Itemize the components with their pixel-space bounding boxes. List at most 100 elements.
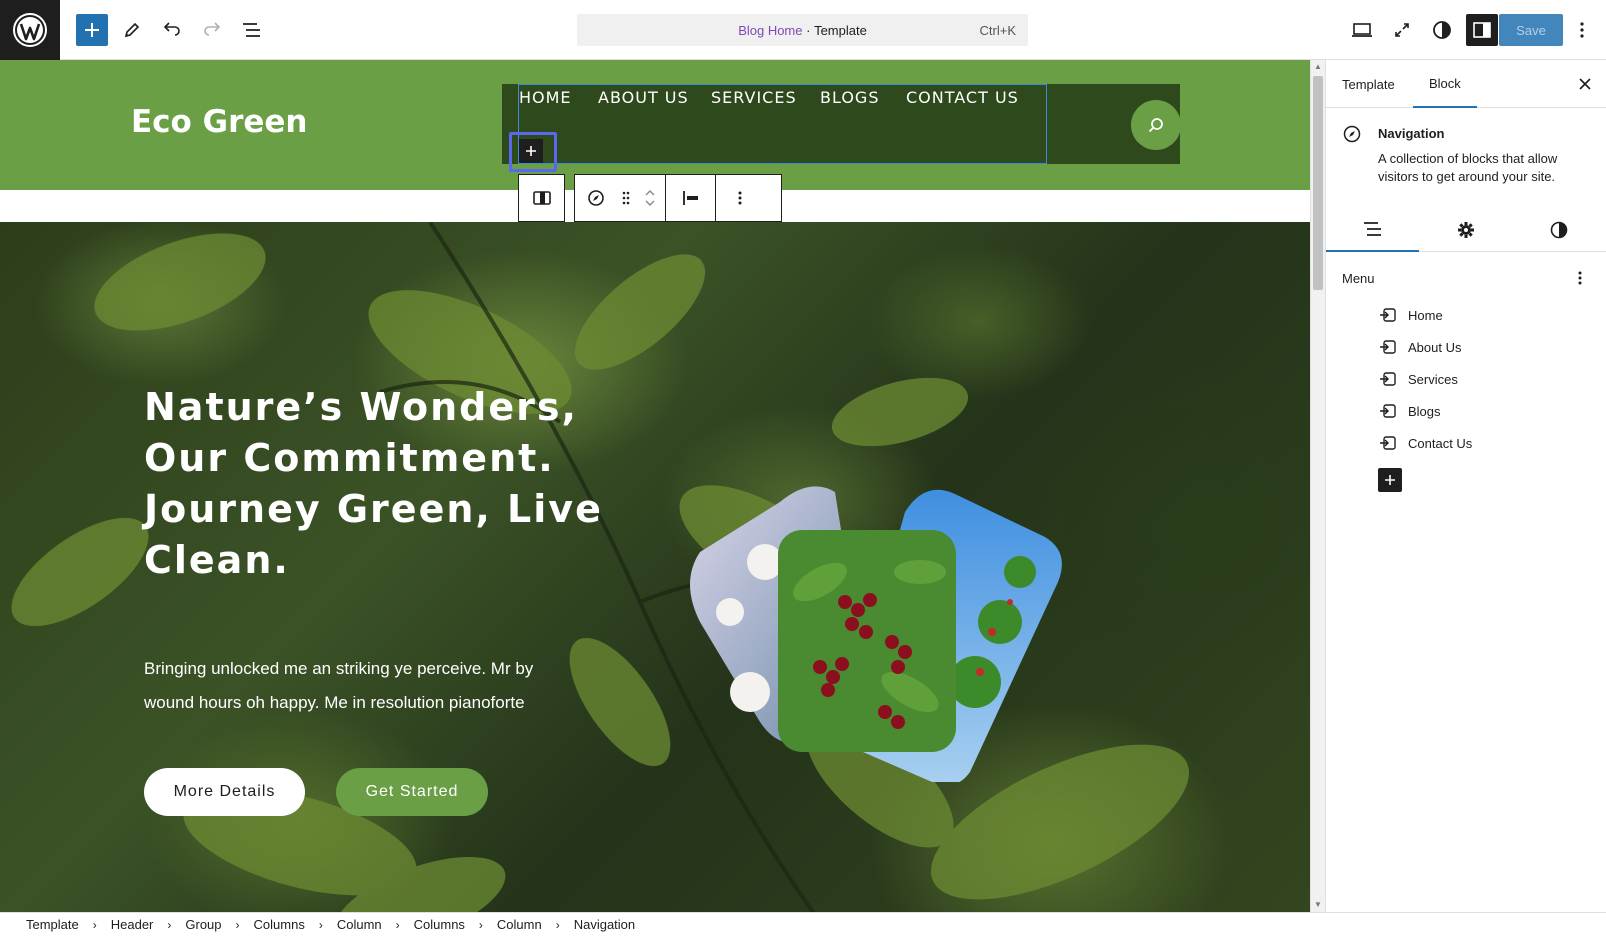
get-started-button[interactable]: Get Started [336, 768, 488, 816]
undo-icon [163, 22, 180, 36]
hero-paragraph-line: wound hours oh happy. Me in resolution p… [144, 693, 525, 712]
block-toolbar [574, 174, 782, 222]
drag-handle-icon [622, 191, 630, 205]
close-icon [1579, 78, 1591, 90]
chevron-right-icon: › [318, 917, 323, 932]
hero-heading-line: Our Commitment. [144, 436, 555, 480]
scroll-down-arrow-icon[interactable]: ▼ [1313, 900, 1323, 910]
block-options-button[interactable] [715, 175, 763, 221]
hero-heading-line: Journey Green, Live [144, 487, 603, 531]
expand-icon [1395, 23, 1409, 37]
breadcrumb-item[interactable]: Column [497, 917, 542, 932]
hero-heading[interactable]: Nature’s Wonders, Our Commitment. Journe… [144, 382, 604, 586]
nav-link-contact-us[interactable]: CONTACT US [906, 88, 1019, 107]
block-type-button[interactable] [575, 175, 617, 221]
tools-button[interactable] [116, 14, 148, 46]
wordpress-logo-icon[interactable] [0, 0, 60, 60]
fruit-image-collage[interactable] [670, 482, 1090, 782]
select-parent-button[interactable] [519, 175, 564, 221]
chevron-right-icon: › [235, 917, 240, 932]
breadcrumb-item[interactable]: Columns [414, 917, 465, 932]
menu-item-label: Services [1408, 371, 1458, 387]
menu-item-contact-us[interactable]: Contact Us [1378, 431, 1472, 455]
link-icon [1378, 305, 1398, 325]
contrast-icon [1433, 21, 1451, 39]
plus-icon [1385, 475, 1395, 485]
plus-icon [526, 146, 536, 156]
hero-heading-line: Clean. [144, 538, 290, 582]
menu-item-label: Blogs [1408, 403, 1441, 419]
hero-heading-line: Nature’s Wonders, [144, 385, 578, 429]
breadcrumb-item[interactable]: Group [185, 917, 221, 932]
separator: · [802, 22, 815, 38]
block-card-description: A collection of blocks that allow visito… [1378, 151, 1558, 184]
styles-button[interactable] [1426, 14, 1458, 46]
save-button[interactable]: Save [1499, 14, 1563, 46]
document-overview-button[interactable] [236, 14, 268, 46]
editor-canvas: Eco Green HOME ABOUT US SERVICES BLOGS C… [0, 60, 1310, 912]
block-toolbar-parent [518, 174, 565, 222]
redo-button[interactable] [196, 14, 228, 46]
move-buttons[interactable] [635, 175, 665, 221]
device-preview-button[interactable] [1346, 14, 1378, 46]
nav-link-about-us[interactable]: ABOUT US [598, 88, 689, 107]
settings-toggle-button[interactable] [1466, 14, 1498, 46]
nav-link-blogs[interactable]: BLOGS [820, 88, 879, 107]
breadcrumb-item-current: Navigation [573, 917, 636, 932]
breadcrumb-item[interactable]: Header [111, 917, 154, 932]
plus-icon [85, 23, 99, 37]
nav-link-services[interactable]: SERVICES [711, 88, 797, 107]
chevron-right-icon: › [167, 917, 172, 932]
hero-paragraph[interactable]: Bringing unlocked me an striking ye perc… [144, 652, 574, 720]
link-icon [1378, 401, 1398, 421]
undo-button[interactable] [156, 14, 188, 46]
more-vertical-icon [1578, 271, 1582, 285]
settings-sidebar: Template Block Navigation A collection o… [1325, 60, 1606, 912]
search-button[interactable] [1131, 100, 1181, 150]
template-name: Blog Home [738, 22, 803, 38]
menu-item-blogs[interactable]: Blogs [1378, 399, 1441, 423]
drag-handle[interactable] [617, 175, 635, 221]
tab-settings[interactable] [1419, 208, 1512, 252]
more-vertical-icon [1580, 22, 1584, 38]
zoom-out-button[interactable] [1386, 14, 1418, 46]
breadcrumb-item[interactable]: Columns [254, 917, 305, 932]
chevron-right-icon: › [478, 917, 483, 932]
menu-title: Menu [1342, 271, 1375, 286]
chevron-down-icon[interactable] [643, 198, 657, 208]
options-button[interactable] [1566, 14, 1598, 46]
breadcrumb-item[interactable]: Column [337, 917, 382, 932]
command-palette-bar[interactable]: Blog Home · Template Ctrl+K [577, 14, 1028, 46]
block-card-title: Navigation [1378, 126, 1445, 141]
menu-options-button[interactable] [1570, 268, 1590, 288]
search-icon [1148, 118, 1163, 133]
compass-icon [588, 190, 604, 206]
laptop-icon [1352, 23, 1372, 37]
chevron-up-icon[interactable] [643, 188, 657, 198]
tab-template[interactable]: Template [1326, 60, 1411, 108]
site-title[interactable]: Eco Green [131, 104, 308, 140]
template-type: Template [814, 22, 867, 38]
tab-list-view[interactable] [1326, 208, 1419, 252]
add-nav-item-button[interactable] [519, 139, 543, 163]
tab-styles[interactable] [1512, 208, 1605, 252]
menu-item-home[interactable]: Home [1378, 303, 1443, 327]
add-block-button[interactable] [76, 14, 108, 46]
menu-item-services[interactable]: Services [1378, 367, 1458, 391]
canvas-scrollbar-thumb[interactable] [1313, 76, 1323, 290]
hero-cover[interactable]: Nature’s Wonders, Our Commitment. Journe… [0, 222, 1310, 912]
more-details-button[interactable]: More Details [144, 768, 305, 816]
justification-button[interactable] [665, 175, 715, 221]
site-header[interactable]: Eco Green HOME ABOUT US SERVICES BLOGS C… [0, 60, 1310, 190]
tab-block[interactable]: Block [1413, 60, 1477, 108]
scroll-up-arrow-icon[interactable]: ▲ [1313, 62, 1323, 72]
list-view-icon [243, 23, 260, 37]
breadcrumb-item[interactable]: Template [26, 917, 79, 932]
menu-item-about-us[interactable]: About Us [1378, 335, 1461, 359]
close-sidebar-button[interactable] [1575, 74, 1595, 94]
link-icon [1378, 433, 1398, 453]
inspector-tabs [1326, 208, 1606, 252]
chevron-right-icon: › [555, 917, 560, 932]
nav-link-home[interactable]: HOME [519, 88, 572, 107]
add-menu-item-button[interactable] [1378, 468, 1402, 492]
